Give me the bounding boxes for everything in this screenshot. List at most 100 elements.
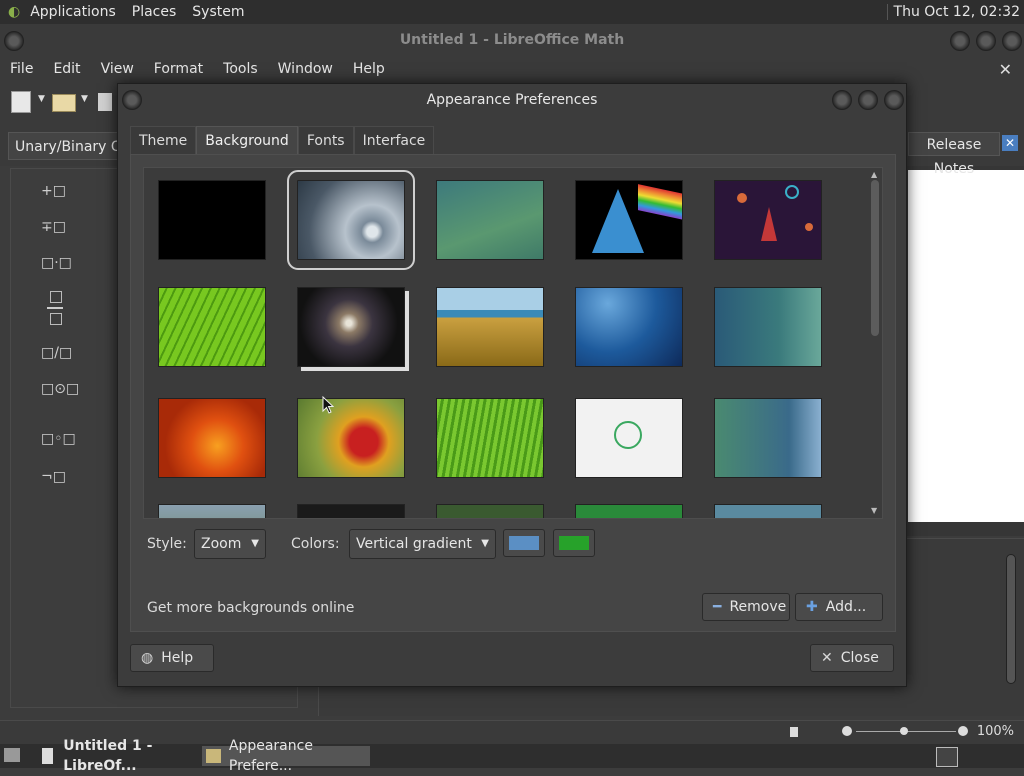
wallpaper-row4-5[interactable] — [714, 504, 822, 518]
task-libreoffice[interactable]: Untitled 1 - LibreOf... — [38, 738, 198, 774]
gnome-foot-icon[interactable]: ◐ — [0, 4, 22, 20]
zoom-level[interactable]: 100% — [977, 724, 1014, 739]
window-menu-button[interactable] — [4, 31, 24, 51]
element-ring[interactable]: □◦□ — [41, 431, 76, 447]
wallpaper-white-logo[interactable] — [575, 398, 683, 478]
clock[interactable]: Thu Oct 12, 02:32 — [886, 4, 1020, 20]
release-notes-button[interactable]: Release Notes — [908, 132, 1000, 177]
appearance-icon — [206, 749, 221, 763]
zoom-out-icon[interactable] — [842, 726, 852, 736]
close-icon: ✕ — [821, 650, 833, 666]
tab-background[interactable]: Background — [196, 126, 298, 154]
element-divide[interactable]: □/□ — [41, 345, 72, 361]
scroll-up-icon[interactable]: ▲ — [871, 170, 877, 179]
gallery-scrollbar[interactable]: ▲ ▼ — [868, 168, 882, 518]
new-formula-icon[interactable] — [11, 91, 31, 113]
get-more-backgrounds-link[interactable]: Get more backgrounds online — [147, 600, 354, 616]
element-fraction[interactable] — [47, 291, 63, 325]
add-button[interactable]: ✚ Add... — [795, 593, 883, 621]
chevron-down-icon: ▼ — [481, 538, 489, 549]
menu-file[interactable]: File — [0, 61, 43, 77]
wallpaper-row4-3[interactable] — [436, 504, 544, 518]
wallpaper-row4-4[interactable] — [575, 504, 683, 518]
style-select[interactable]: Zoom ▼ — [194, 529, 266, 559]
task-libreoffice-label: Untitled 1 - LibreOf... — [63, 738, 153, 774]
appearance-dialog: Appearance Preferences Theme Background … — [117, 83, 907, 687]
scroll-down-icon[interactable]: ▼ — [871, 506, 877, 515]
chevron-down-icon: ▼ — [251, 538, 259, 549]
minimize-button[interactable] — [950, 31, 970, 51]
new-dropdown-icon[interactable]: ▼ — [38, 94, 45, 104]
gallery-scrollbar-thumb[interactable] — [871, 180, 879, 336]
zoom-in-icon[interactable] — [958, 726, 968, 736]
wallpaper-teal-bokeh[interactable] — [714, 287, 822, 367]
zoom-slider-thumb[interactable] — [900, 727, 908, 735]
close-button[interactable]: ✕ Close — [810, 644, 894, 672]
menu-tools[interactable]: Tools — [213, 61, 268, 77]
open-folder-icon[interactable] — [52, 94, 76, 112]
secondary-color-button[interactable] — [553, 529, 595, 557]
show-desktop-icon[interactable] — [4, 748, 20, 762]
wallpaper-teal-wave[interactable] — [714, 398, 822, 478]
close-window-button[interactable] — [1002, 31, 1022, 51]
maximize-button[interactable] — [976, 31, 996, 51]
element-category-select[interactable]: Unary/Binary Ope — [8, 132, 120, 160]
task-appearance-label: Appearance Prefere... — [228, 738, 313, 774]
menu-window[interactable]: Window — [268, 61, 343, 77]
save-icon[interactable] — [98, 93, 112, 111]
menu-help[interactable]: Help — [343, 61, 395, 77]
wallpaper-row4-2[interactable] — [297, 504, 405, 518]
wallpaper-green-grass[interactable] — [436, 398, 544, 478]
menu-view[interactable]: View — [91, 61, 144, 77]
plus-icon: ✚ — [806, 599, 818, 615]
wallpaper-green-leaf[interactable] — [158, 287, 266, 367]
dialog-close-button[interactable] — [884, 90, 904, 110]
wallpaper-grass-sea[interactable] — [436, 287, 544, 367]
wallpaper-blue-waves[interactable] — [575, 287, 683, 367]
menu-format[interactable]: Format — [144, 61, 213, 77]
dialog-minimize-button[interactable] — [832, 90, 852, 110]
tab-interface[interactable]: Interface — [353, 126, 435, 154]
element-circled-dot[interactable]: □⊙□ — [41, 381, 79, 397]
menu-applications[interactable]: Applications — [22, 4, 124, 20]
menu-system[interactable]: System — [184, 4, 252, 20]
dialog-menu-button[interactable] — [122, 90, 142, 110]
wallpaper-orange-flower[interactable] — [158, 398, 266, 478]
element-times[interactable]: □·□ — [41, 255, 72, 271]
tab-theme[interactable]: Theme — [130, 126, 197, 154]
wallpaper-arch-prism[interactable] — [575, 180, 683, 260]
mouse-pointer-icon — [322, 396, 334, 414]
menubar: File Edit View Format Tools Window Help — [0, 56, 1024, 82]
element-minus-plus[interactable]: ∓□ — [41, 219, 66, 235]
wallpaper-rocket[interactable] — [714, 180, 822, 260]
colors-value: Vertical gradient — [356, 536, 472, 552]
minus-icon: ━ — [713, 599, 722, 615]
menu-places[interactable]: Places — [124, 4, 185, 20]
wallpaper-galaxy[interactable] — [297, 287, 405, 367]
remove-button[interactable]: ━ Remove — [702, 593, 790, 621]
remove-button-label: Remove — [729, 599, 787, 615]
wallpaper-black[interactable] — [158, 180, 266, 260]
primary-color-button[interactable] — [503, 529, 545, 557]
wallpaper-row4-1[interactable] — [158, 504, 266, 518]
help-button[interactable]: ◍ Help — [130, 644, 214, 672]
close-button-label: Close — [840, 650, 879, 666]
tab-fonts[interactable]: Fonts — [297, 126, 354, 154]
task-appearance[interactable]: Appearance Prefere... — [202, 738, 370, 774]
element-plus[interactable]: +□ — [41, 183, 66, 199]
element-not[interactable]: ¬□ — [41, 469, 66, 485]
open-dropdown-icon[interactable]: ▼ — [81, 94, 88, 104]
menu-edit[interactable]: Edit — [43, 61, 90, 77]
close-infobar-icon[interactable]: ✕ — [1002, 135, 1018, 151]
close-document-icon[interactable]: ✕ — [999, 60, 1012, 79]
formula-canvas[interactable] — [908, 170, 1024, 522]
wallpaper-teal-gradient[interactable] — [436, 180, 544, 260]
dialog-title: Appearance Preferences — [426, 92, 598, 108]
wallpaper-red-flower[interactable] — [297, 398, 405, 478]
commands-scrollbar[interactable] — [1002, 540, 1020, 710]
workspace-switcher[interactable] — [936, 747, 958, 767]
wallpaper-water-drop[interactable] — [287, 170, 415, 270]
colors-select[interactable]: Vertical gradient ▼ — [349, 529, 496, 559]
dialog-maximize-button[interactable] — [858, 90, 878, 110]
wallpaper-gallery[interactable]: ▲ ▼ — [143, 167, 883, 519]
